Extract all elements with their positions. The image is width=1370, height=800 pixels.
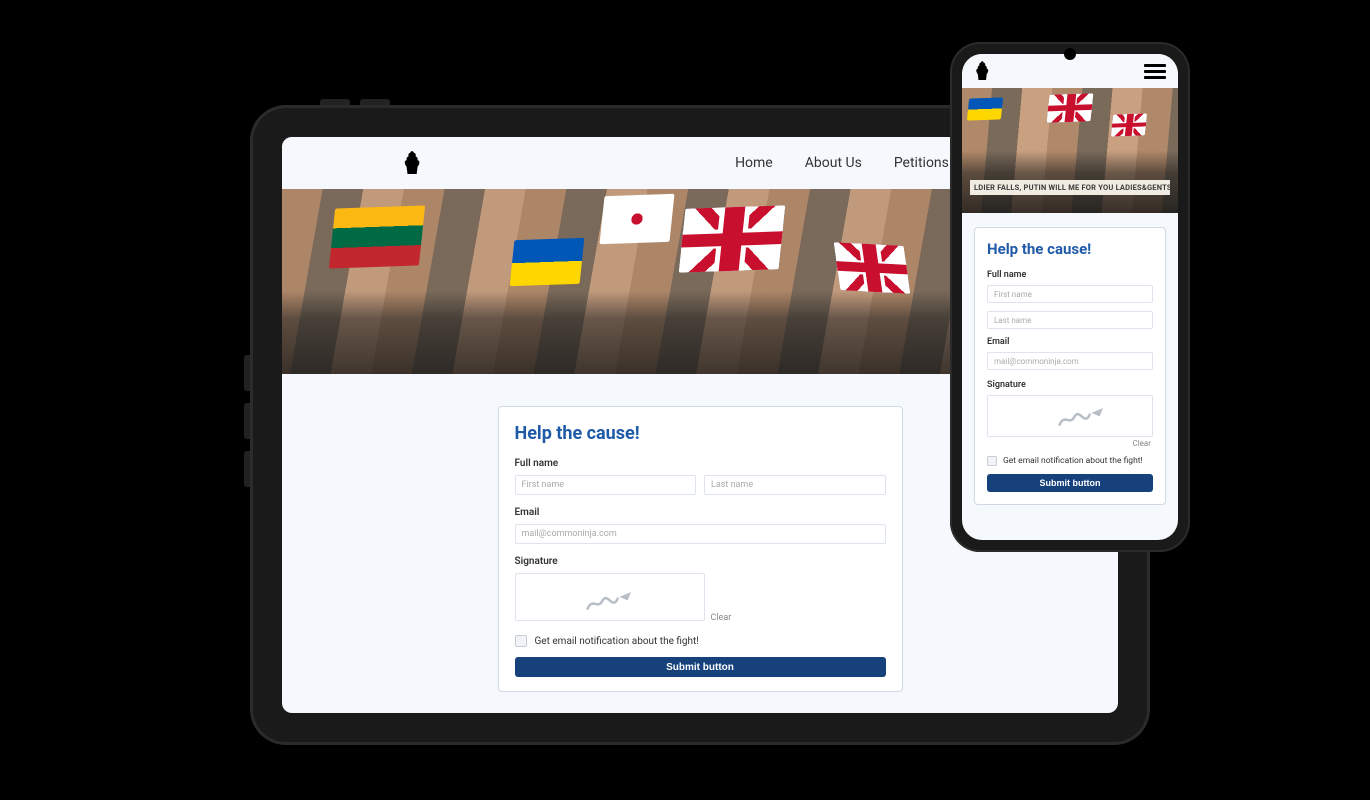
flag-icon [1111, 113, 1147, 136]
tablet-top-buttons [320, 99, 400, 105]
notify-checkbox[interactable] [515, 635, 527, 647]
form-section-mobile: Help the cause! Full name First name Las… [962, 213, 1178, 517]
form-title: Help the cause! [987, 240, 1153, 258]
logo-fist-icon [402, 150, 424, 176]
label-full-name: Full name [987, 270, 1153, 280]
notify-checkbox-label: Get email notification about the fight! [1003, 456, 1143, 466]
hero-image-mobile: LDIER FALLS, PUTIN WILL ME FOR YOU LADIE… [962, 88, 1178, 213]
label-signature: Signature [515, 556, 886, 567]
phone-device: LDIER FALLS, PUTIN WILL ME FOR YOU LADIE… [950, 42, 1190, 552]
flag-icon [679, 205, 786, 272]
nav-item-home[interactable]: Home [735, 155, 773, 171]
logo-fist-icon [974, 60, 992, 82]
hamburger-menu-icon[interactable] [1144, 64, 1166, 79]
notify-checkbox-label: Get email notification about the fight! [535, 636, 699, 647]
signature-pad[interactable] [515, 573, 705, 621]
submit-button[interactable]: Submit button [987, 474, 1153, 492]
label-full-name: Full name [515, 458, 886, 469]
petition-form-mobile: Help the cause! Full name First name Las… [974, 227, 1166, 505]
nav-item-petitions[interactable]: Petitions [894, 155, 949, 171]
tablet-side-buttons [244, 355, 250, 535]
label-email: Email [987, 337, 1153, 347]
signature-pad[interactable] [987, 395, 1153, 437]
clear-signature-button[interactable]: Clear [711, 613, 732, 623]
email-input[interactable]: mail@commoninja.com [987, 352, 1153, 370]
last-name-input[interactable]: Last name [987, 311, 1153, 329]
email-input[interactable]: mail@commoninja.com [515, 524, 886, 544]
form-title: Help the cause! [515, 423, 886, 444]
nav-item-about[interactable]: About Us [805, 155, 862, 171]
signature-mark-icon [586, 592, 636, 612]
label-signature: Signature [987, 380, 1153, 390]
last-name-input[interactable]: Last name [704, 475, 886, 495]
phone-screen: LDIER FALLS, PUTIN WILL ME FOR YOU LADIE… [962, 54, 1178, 540]
first-name-input[interactable]: First name [987, 285, 1153, 303]
signature-mark-icon [1058, 406, 1108, 430]
notify-checkbox[interactable] [987, 456, 997, 466]
flag-icon [510, 238, 585, 286]
flag-icon [1047, 93, 1094, 123]
submit-button[interactable]: Submit button [515, 657, 886, 677]
label-email: Email [515, 507, 886, 518]
phone-camera-icon [1064, 48, 1076, 60]
first-name-input[interactable]: First name [515, 475, 697, 495]
clear-signature-button[interactable]: Clear [987, 439, 1151, 448]
flag-icon [967, 97, 1003, 120]
flag-icon [599, 194, 674, 244]
petition-form: Help the cause! Full name First name Las… [498, 406, 903, 692]
protest-banner-text: LDIER FALLS, PUTIN WILL ME FOR YOU LADIE… [970, 180, 1170, 195]
flag-icon [329, 205, 425, 268]
flag-icon [834, 242, 911, 294]
